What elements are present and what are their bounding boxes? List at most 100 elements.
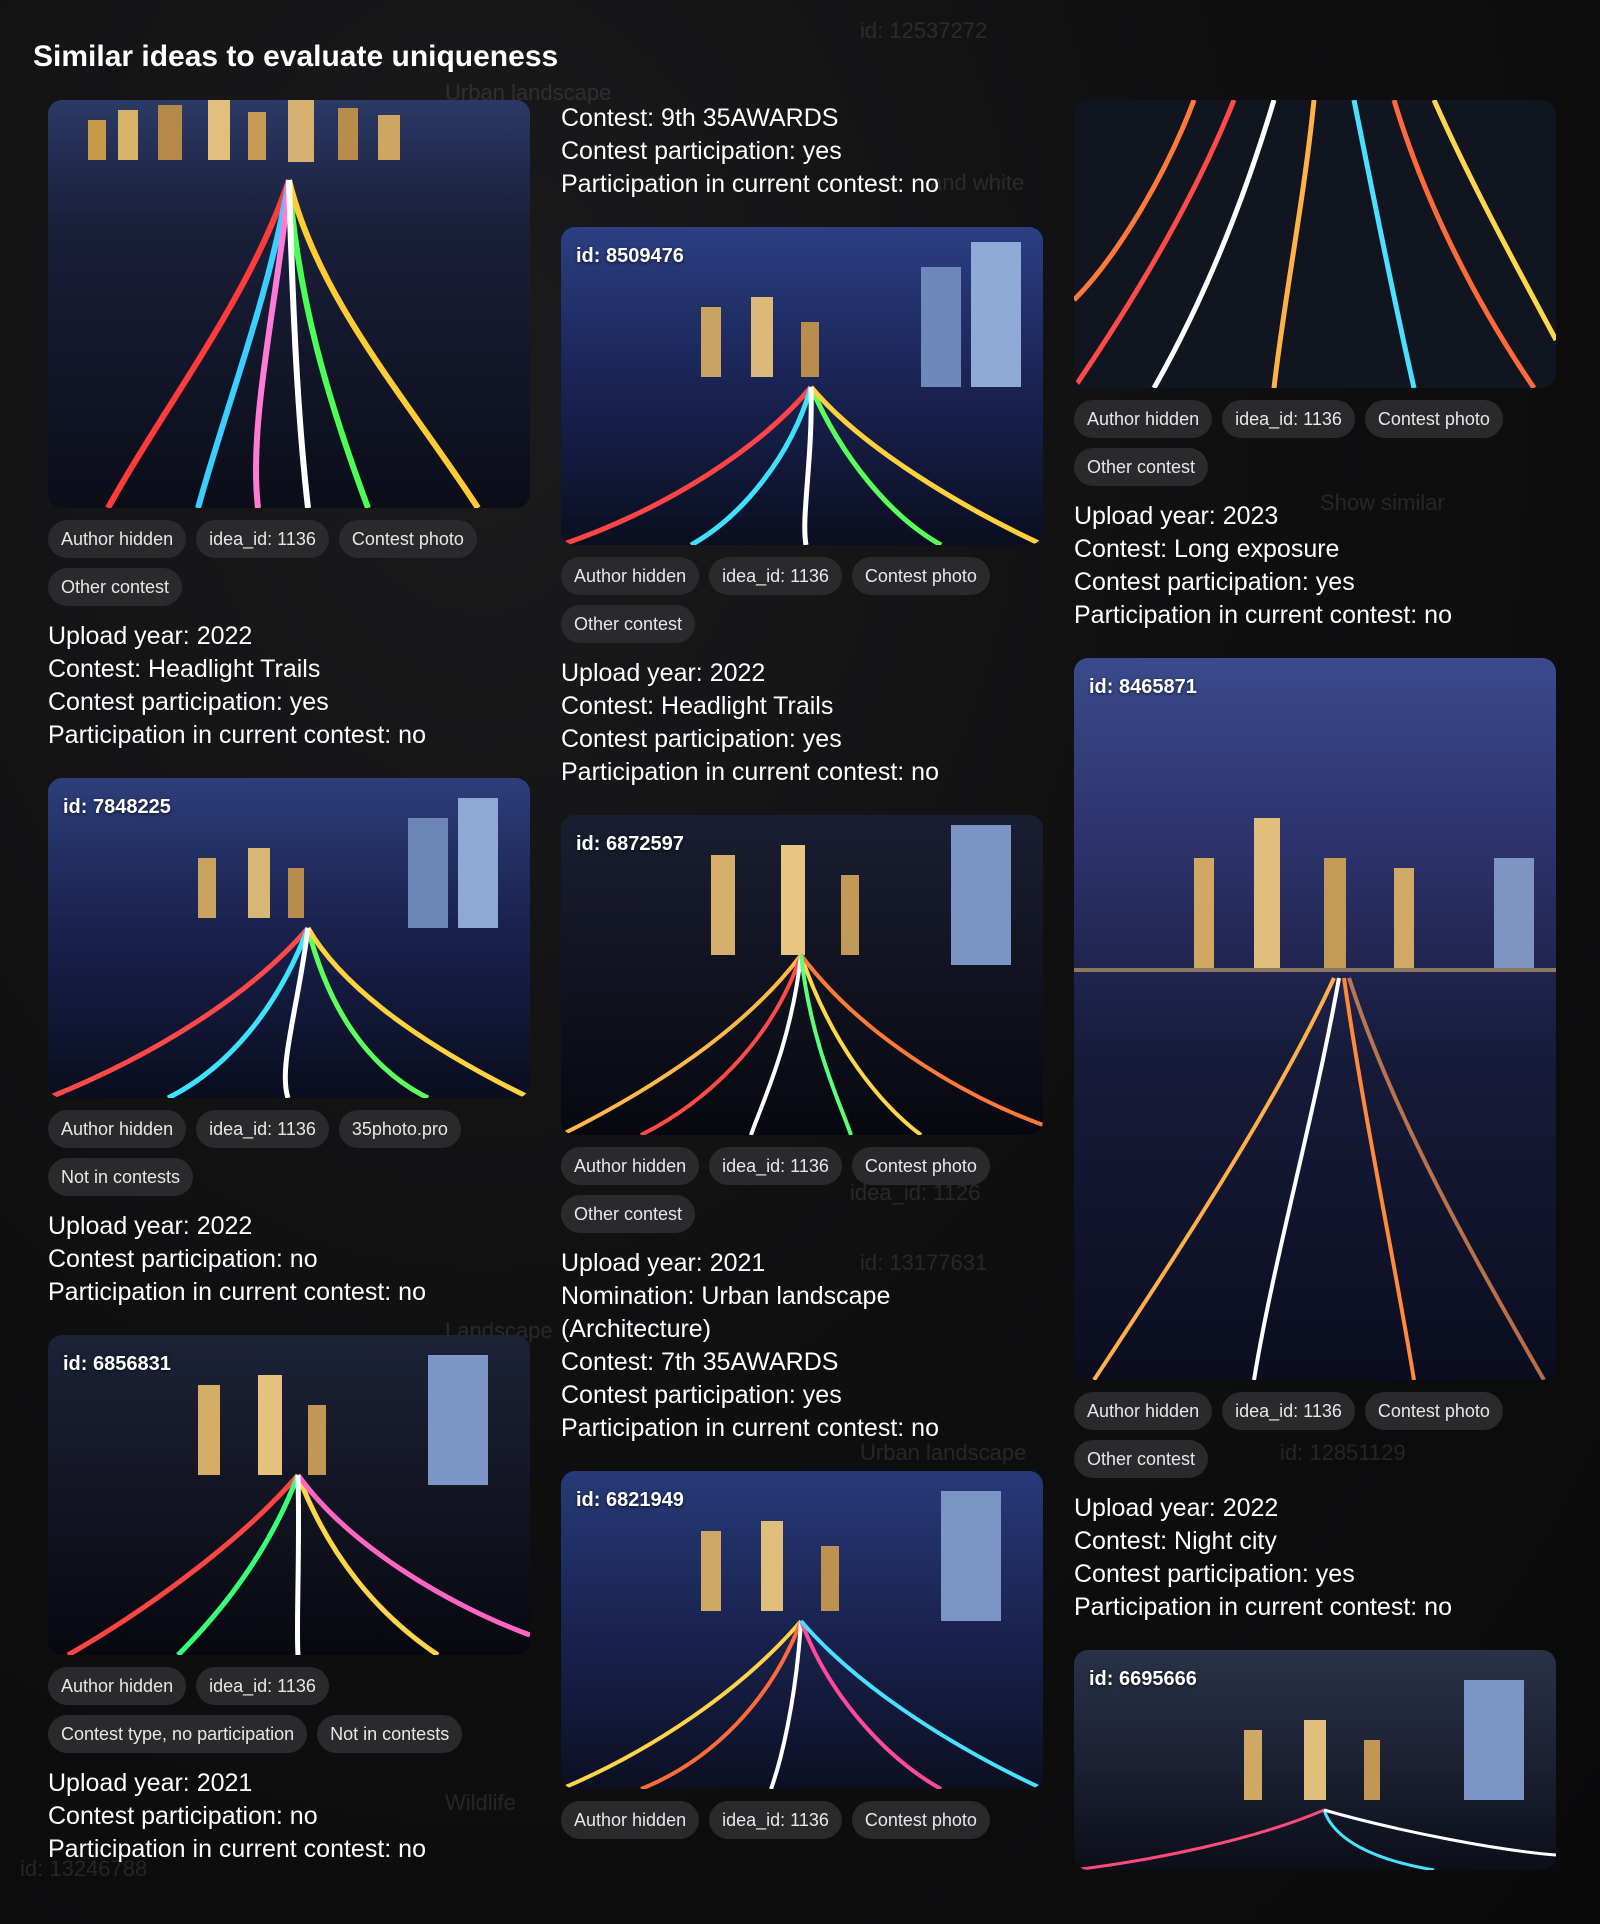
upload-year: Upload year: 2023 [1074, 502, 1279, 530]
tag[interactable]: Not in contests [48, 1158, 194, 1196]
tag[interactable]: Other contest [561, 605, 696, 643]
contest-name: Contest: 9th 35AWARDS [561, 104, 839, 132]
tag[interactable]: Author hidden [561, 1147, 700, 1185]
photo-meta: Upload year: 2022 Contest: Headlight Tra… [48, 620, 530, 752]
upload-year: Upload year: 2021 [561, 1249, 766, 1277]
tag[interactable]: Contest photo [851, 1801, 990, 1839]
photo-card[interactable]: Author hidden idea_id: 1136 Contest phot… [1074, 100, 1556, 632]
contest-participation: Contest participation: yes [561, 1381, 842, 1409]
upload-year: Upload year: 2021 [48, 1769, 253, 1797]
tag[interactable]: idea_id: 1136 [196, 1110, 329, 1148]
photo-meta: Upload year: 2022 Contest: Headlight Tra… [561, 657, 1043, 789]
photo-id: id: 7848225 [63, 796, 171, 818]
tag[interactable]: Contest type, no participation [48, 1715, 308, 1753]
photo-id: id: 6856831 [63, 1353, 171, 1375]
current-participation: Participation in current contest: no [1074, 601, 1452, 629]
nomination: Nomination: Urban landscape (Architectur… [561, 1282, 891, 1343]
current-participation: Participation in current contest: no [48, 1278, 426, 1306]
tag-list: Author hidden idea_id: 1136 Contest phot… [1074, 1392, 1556, 1478]
contest-participation: Contest participation: no [48, 1245, 318, 1273]
photo[interactable]: id: 8509476 [561, 227, 1043, 545]
tag-list: Author hidden idea_id: 1136 Contest type… [48, 1667, 530, 1753]
column-2: Contest: 9th 35AWARDS Contest participat… [561, 102, 1043, 1839]
tag[interactable]: idea_id: 1136 [709, 557, 842, 595]
photo-card[interactable]: id: 7848225 Author hidden idea_id: 1136 … [48, 778, 530, 1309]
upload-year: Upload year: 2022 [48, 622, 253, 650]
long-exposure-photo [561, 1471, 1043, 1789]
tag[interactable]: Author hidden [1074, 1392, 1213, 1430]
upload-year: Upload year: 2022 [561, 659, 766, 687]
photo[interactable]: id: 8465871 [1074, 658, 1556, 1380]
photo-meta: Contest: 9th 35AWARDS Contest participat… [561, 102, 1043, 201]
long-exposure-photo [561, 815, 1043, 1135]
tag[interactable]: idea_id: 1136 [196, 520, 329, 558]
photo[interactable] [48, 100, 530, 508]
contest-participation: Contest participation: yes [48, 688, 329, 716]
upload-year: Upload year: 2022 [1074, 1494, 1279, 1522]
photo-id: id: 8465871 [1089, 676, 1197, 698]
contest-participation: Contest participation: no [48, 1802, 318, 1830]
tag[interactable]: Author hidden [48, 1667, 187, 1705]
contest-name: Contest: Night city [1074, 1527, 1277, 1555]
tag[interactable]: Contest photo [338, 520, 477, 558]
tag[interactable]: Contest photo [1364, 400, 1503, 438]
tag[interactable]: Author hidden [48, 520, 187, 558]
long-exposure-photo [561, 227, 1043, 545]
tag-list: Author hidden idea_id: 1136 Contest phot… [561, 1147, 1043, 1233]
photo-meta: Upload year: 2023 Contest: Long exposure… [1074, 500, 1556, 632]
tag[interactable]: Not in contests [317, 1715, 463, 1753]
long-exposure-photo [48, 100, 530, 508]
photo[interactable]: id: 6872597 [561, 815, 1043, 1135]
current-participation: Participation in current contest: no [1074, 1593, 1452, 1621]
photo[interactable]: id: 6821949 [561, 1471, 1043, 1789]
photo[interactable]: id: 6856831 [48, 1335, 530, 1655]
photo-card[interactable]: id: 8509476 Author hidden idea_id: 1136 … [561, 227, 1043, 789]
tag[interactable]: idea_id: 1136 [196, 1667, 329, 1705]
tag[interactable]: Contest photo [1364, 1392, 1503, 1430]
tag[interactable]: idea_id: 1136 [709, 1801, 842, 1839]
tag-list: Author hidden idea_id: 1136 Contest phot… [48, 520, 530, 606]
photo-card[interactable]: id: 6872597 Author hidden idea_id: 1136 … [561, 815, 1043, 1445]
contest-participation: Contest participation: yes [1074, 1560, 1355, 1588]
current-participation: Participation in current contest: no [561, 1414, 939, 1442]
contest-name: Contest: Headlight Trails [561, 692, 834, 720]
tag[interactable]: Author hidden [1074, 400, 1213, 438]
tag[interactable]: 35photo.pro [338, 1110, 461, 1148]
column-3: Author hidden idea_id: 1136 Contest phot… [1074, 100, 1556, 1870]
column-1: Author hidden idea_id: 1136 Contest phot… [48, 100, 530, 1866]
current-participation: Participation in current contest: no [561, 758, 939, 786]
tag[interactable]: Author hidden [561, 1801, 700, 1839]
current-participation: Participation in current contest: no [561, 170, 939, 198]
tag[interactable]: idea_id: 1136 [1222, 1392, 1355, 1430]
contest-participation: Contest participation: yes [1074, 568, 1355, 596]
tag-list: Author hidden idea_id: 1136 Contest phot… [561, 557, 1043, 643]
tag[interactable]: Other contest [1074, 448, 1209, 486]
tag[interactable]: Contest photo [851, 1147, 990, 1185]
photo-meta: Upload year: 2022 Contest participation:… [48, 1210, 530, 1309]
photo-card[interactable]: id: 6856831 Author hidden idea_id: 1136 … [48, 1335, 530, 1866]
tag[interactable]: idea_id: 1136 [1222, 400, 1355, 438]
tag[interactable]: Other contest [1074, 1440, 1209, 1478]
long-exposure-photo [48, 778, 530, 1098]
tag[interactable]: Contest photo [851, 557, 990, 595]
tag-list: Author hidden idea_id: 1136 Contest phot… [561, 1801, 1043, 1839]
tag[interactable]: Author hidden [561, 557, 700, 595]
tag-list: Author hidden idea_id: 1136 Contest phot… [1074, 400, 1556, 486]
tag[interactable]: Other contest [561, 1195, 696, 1233]
tag[interactable]: idea_id: 1136 [709, 1147, 842, 1185]
photo-card[interactable]: id: 6695666 [1074, 1650, 1556, 1870]
photo-id: id: 8509476 [576, 245, 684, 267]
upload-year: Upload year: 2022 [48, 1212, 253, 1240]
photo-card[interactable]: id: 8465871 Author hidden idea_id: 1136 … [1074, 658, 1556, 1624]
photo[interactable]: id: 6695666 [1074, 1650, 1556, 1870]
current-participation: Participation in current contest: no [48, 721, 426, 749]
contest-name: Contest: 7th 35AWARDS [561, 1348, 839, 1376]
photo[interactable] [1074, 100, 1556, 388]
tag[interactable]: Other contest [48, 568, 183, 606]
long-exposure-photo [1074, 100, 1556, 388]
photo-card[interactable]: Author hidden idea_id: 1136 Contest phot… [48, 100, 530, 752]
photo-meta: Upload year: 2021 Nomination: Urban land… [561, 1247, 1043, 1445]
tag[interactable]: Author hidden [48, 1110, 187, 1148]
photo-card[interactable]: id: 6821949 Author hidden idea_id: 1136 … [561, 1471, 1043, 1839]
photo[interactable]: id: 7848225 [48, 778, 530, 1098]
